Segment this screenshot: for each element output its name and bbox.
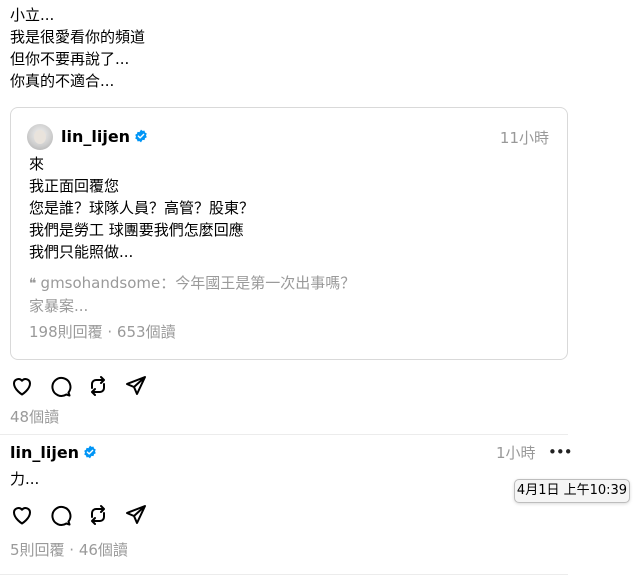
- post-text-line: 你真的不適合...: [10, 72, 115, 90]
- send-icon[interactable]: [124, 374, 148, 398]
- divider: [0, 434, 568, 435]
- quoted-text-line: 我們是勞工 球團要我們怎麼回應: [29, 221, 244, 239]
- post-view-count[interactable]: 48個讀: [10, 406, 59, 428]
- timestamp-tooltip: 4月1日 上午10:39: [514, 479, 630, 503]
- post-actions: [10, 374, 148, 398]
- username-text[interactable]: lin_lijen: [10, 443, 79, 462]
- post-text-line: 小立...: [10, 6, 55, 24]
- quoted-text-line: 您是誰？球隊人員？高管？股東？: [29, 199, 255, 217]
- quote-mark-icon: ❝: [29, 276, 37, 292]
- quoted-text-line: 我正面回覆您: [29, 177, 120, 195]
- quoted-text-line: 來: [29, 155, 45, 173]
- avatar[interactable]: [27, 124, 53, 150]
- post-text-line: 但你不要再說了...: [10, 50, 130, 68]
- quoted-post-time[interactable]: 11小時: [500, 127, 549, 149]
- verified-badge-icon: [135, 129, 147, 142]
- heart-icon[interactable]: [10, 374, 34, 398]
- reply-preview-text: 家暴案...: [29, 297, 89, 315]
- comment-bubble-icon[interactable]: [48, 374, 72, 398]
- heart-icon[interactable]: [10, 503, 34, 527]
- repost-icon[interactable]: [86, 374, 110, 398]
- repost-icon[interactable]: [86, 503, 110, 527]
- divider: [0, 574, 568, 575]
- reply-post-stats[interactable]: 5則回覆 · 46個讀: [10, 539, 128, 561]
- reply-username[interactable]: lin_lijen: [10, 442, 97, 464]
- reply-preview-text: gmsohandsome：今年國王是第一次出事嗎？: [40, 274, 356, 292]
- verified-badge-icon: [84, 445, 96, 458]
- reply-post-time[interactable]: 1小時: [496, 442, 536, 464]
- more-dots-icon[interactable]: •••: [548, 442, 573, 464]
- reply-preview[interactable]: ❝ gmsohandsome：今年國王是第一次出事嗎？ 家暴案...: [29, 272, 549, 317]
- quoted-post-body: 來 我正面回覆您 您是誰？球隊人員？高管？股東？ 我們是勞工 球團要我們怎麼回應…: [29, 153, 254, 263]
- quoted-username[interactable]: lin_lijen: [61, 126, 148, 148]
- quoted-text-line: 我們只能照做...: [29, 243, 134, 261]
- send-icon[interactable]: [124, 503, 148, 527]
- quoted-post-card[interactable]: lin_lijen 11小時 來 我正面回覆您 您是誰？球隊人員？高管？股東？ …: [10, 107, 568, 360]
- comment-bubble-icon[interactable]: [48, 503, 72, 527]
- post-text: 小立... 我是很愛看你的頻道 但你不要再說了... 你真的不適合...: [10, 4, 430, 92]
- quoted-post-stats[interactable]: 198則回覆 · 653個讀: [29, 321, 176, 343]
- reply-post-text: 力...: [10, 470, 40, 488]
- username-text[interactable]: lin_lijen: [61, 127, 130, 146]
- reply-actions: [10, 503, 148, 527]
- post-text-line: 我是很愛看你的頻道: [10, 28, 146, 46]
